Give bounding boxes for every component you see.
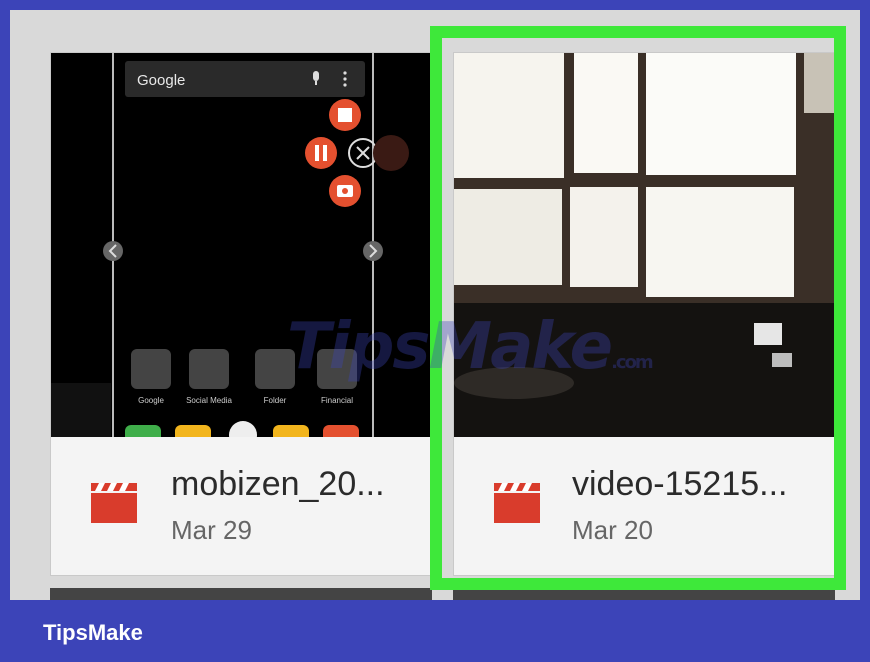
gallery-frame: Google Google Social Media Folder Financ… xyxy=(10,10,860,600)
folder-label-folder: Folder xyxy=(264,396,287,405)
stop-icon[interactable] xyxy=(329,99,361,131)
next-row-thumbnail[interactable] xyxy=(453,588,835,600)
camera-icon-faded xyxy=(373,135,409,171)
top-band xyxy=(0,0,870,10)
video-file-icon xyxy=(91,483,137,523)
chevron-right-icon[interactable] xyxy=(363,241,383,261)
video-file-date: Mar 29 xyxy=(171,515,252,545)
video-file-name: mobizen_20... xyxy=(171,465,385,503)
video-file-date: Mar 20 xyxy=(572,515,653,545)
video-file-name: video-15215... xyxy=(572,465,788,503)
tipsmake-watermark: TipsMake.com xyxy=(287,310,654,384)
folder-label-google: Google xyxy=(138,396,164,405)
next-row-thumbnail[interactable] xyxy=(50,588,432,600)
video-file-icon xyxy=(494,483,540,523)
footer-brand: TipsMake xyxy=(43,620,143,645)
video-card-meta: mobizen_20... Mar 29 xyxy=(51,437,433,575)
google-search-label: Google xyxy=(137,72,185,89)
chevron-left-icon[interactable] xyxy=(103,241,123,261)
folder-label-social-media: Social Media xyxy=(186,396,232,405)
more-vertical-icon xyxy=(343,71,347,87)
pause-icon[interactable] xyxy=(305,137,337,169)
folder-label-financial: Financial xyxy=(321,396,353,405)
camera-icon[interactable] xyxy=(329,175,361,207)
video-card-meta: video-15215... Mar 20 xyxy=(454,437,836,575)
